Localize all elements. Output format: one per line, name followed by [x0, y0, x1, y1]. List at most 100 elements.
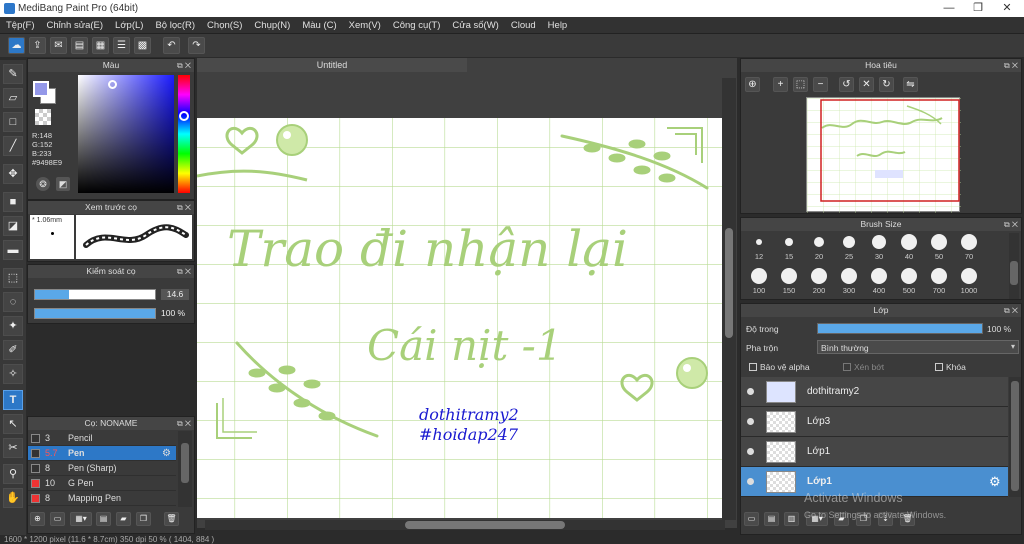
lasso-tool-icon[interactable]: ◌ — [3, 292, 23, 312]
fill-rect-tool-icon[interactable]: ■ — [3, 192, 23, 212]
brush-size-item[interactable]: 300 — [835, 266, 863, 298]
blend-mode-select[interactable]: Bình thường ▾ — [817, 340, 1019, 354]
eye-icon[interactable] — [747, 418, 754, 425]
brush-size-item[interactable]: 100 — [745, 266, 773, 298]
menu-snap[interactable]: Chụp(N) — [248, 17, 296, 34]
brush-size-item[interactable]: 1000 — [955, 266, 983, 298]
menu-file[interactable]: Tệp(F) — [0, 17, 41, 34]
settings-gear-icon[interactable]: ⚙ — [162, 446, 171, 461]
eyedropper-tool-icon[interactable]: ⚲ — [3, 464, 23, 484]
zoom-in-icon[interactable]: + — [773, 77, 788, 92]
comment-icon[interactable]: ✉ — [50, 37, 67, 54]
foreground-color-swatch[interactable] — [33, 81, 49, 97]
palette-icon[interactable]: ❂ — [36, 177, 50, 191]
brush-options-icon[interactable]: ▦▾ — [70, 512, 92, 526]
eye-icon[interactable] — [747, 448, 754, 455]
zoom-icon[interactable]: ⊕ — [745, 77, 760, 92]
divide-tool-icon[interactable]: ✂ — [3, 438, 23, 458]
chat-icon[interactable]: ▤ — [71, 37, 88, 54]
lock-checkbox[interactable] — [935, 363, 943, 371]
brush-size-item[interactable]: 700 — [925, 266, 953, 298]
minimize-button[interactable]: — — [934, 0, 964, 17]
menu-tools[interactable]: Công cụ(T) — [387, 17, 447, 34]
duplicate-brush-icon[interactable]: ❐ — [136, 512, 151, 526]
menu-view[interactable]: Xem(V) — [343, 17, 387, 34]
fit-window-icon[interactable]: ⬚ — [793, 77, 808, 92]
brush-list-scrollbar[interactable] — [178, 431, 192, 507]
vertical-scroll-thumb[interactable] — [725, 228, 733, 338]
document-tab[interactable]: Untitled — [197, 58, 467, 72]
brush-size-item[interactable]: 500 — [895, 266, 923, 298]
protect-alpha-checkbox[interactable] — [749, 363, 757, 371]
rectangle-tool-icon[interactable]: □ — [3, 112, 23, 132]
brush-size-item[interactable]: 20 — [805, 232, 833, 264]
hue-slider[interactable] — [178, 75, 190, 193]
reset-view-icon[interactable]: ✕ — [859, 77, 874, 92]
list-icon[interactable]: ☰ — [113, 37, 130, 54]
panel-buttons-icon[interactable]: ⧉ ✕ — [1004, 218, 1018, 231]
brush-size-item[interactable]: 150 — [775, 266, 803, 298]
brush-item-pencil[interactable]: 3 Pencil — [28, 431, 176, 446]
brush-size-scrollbar[interactable] — [1009, 233, 1019, 299]
layer-opacity-slider[interactable] — [817, 323, 983, 334]
flip-icon[interactable]: ⇋ — [903, 77, 918, 92]
panel-buttons-icon[interactable]: ⧉ ✕ — [177, 201, 191, 214]
settings-gear-icon[interactable]: ⚙ — [989, 474, 1001, 490]
panel-buttons-icon[interactable]: ⧉ ✕ — [1004, 304, 1018, 317]
restore-button[interactable]: ❐ — [963, 0, 993, 17]
delete-brush-icon[interactable]: 🗑 — [164, 512, 179, 526]
vertical-scrollbar[interactable] — [722, 78, 736, 520]
navigator-thumbnail[interactable] — [806, 97, 961, 213]
layer-row[interactable]: dothitramy2 — [741, 377, 1008, 407]
eye-icon[interactable] — [747, 478, 754, 485]
panel-buttons-icon[interactable]: ⧉ ✕ — [1004, 59, 1018, 72]
brush-item-mapping-pen[interactable]: 8 Mapping Pen — [28, 491, 176, 506]
brush-size-slider[interactable] — [34, 289, 156, 300]
select-pen-tool-icon[interactable]: ✐ — [3, 340, 23, 360]
text-tool-icon[interactable]: T — [3, 390, 23, 410]
select-tool-icon[interactable]: ⬚ — [3, 268, 23, 288]
brush-size-item[interactable]: 15 — [775, 232, 803, 264]
panel-buttons-icon[interactable]: ⧉ ✕ — [177, 265, 191, 278]
select-eraser-tool-icon[interactable]: ✧ — [3, 364, 23, 384]
brush-size-item[interactable]: 25 — [835, 232, 863, 264]
brush-tool-icon[interactable]: ✎ — [3, 64, 23, 84]
new-brush-icon[interactable]: ▭ — [50, 512, 65, 526]
menu-cloud[interactable]: Cloud — [505, 17, 542, 34]
layer-row[interactable]: Lớp3 — [741, 407, 1008, 437]
brush-size-item[interactable]: 200 — [805, 266, 833, 298]
saturation-value-picker[interactable] — [78, 75, 174, 193]
eraser-tool-icon[interactable]: ▱ — [3, 88, 23, 108]
zoom-out-icon[interactable]: − — [813, 77, 828, 92]
bucket-tool-icon[interactable]: ◪ — [3, 216, 23, 236]
menu-select[interactable]: Chọn(S) — [201, 17, 248, 34]
menu-filter[interactable]: Bộ lọc(R) — [149, 17, 201, 34]
canvas-paper[interactable]: Trao đi nhận lại Cái nịt -1 dothitramy2 … — [197, 118, 722, 518]
eye-icon[interactable] — [747, 388, 754, 395]
menu-edit[interactable]: Chỉnh sửa(E) — [41, 17, 110, 34]
gradient-tool-icon[interactable]: ▬ — [3, 240, 23, 260]
menu-layer[interactable]: Lớp(L) — [109, 17, 149, 34]
panel-buttons-icon[interactable]: ⧉ ✕ — [177, 59, 191, 72]
new-layer-8bit-icon[interactable]: ▤ — [764, 512, 779, 526]
brush-size-item[interactable]: 30 — [865, 232, 893, 264]
horizontal-scrollbar[interactable] — [205, 520, 725, 530]
menu-window[interactable]: Cửa số(W) — [446, 17, 504, 34]
brush-size-item[interactable]: 12 — [745, 232, 773, 264]
brush-item-g-pen[interactable]: 10 G Pen — [28, 476, 176, 491]
line-tool-icon[interactable]: ╱ — [3, 136, 23, 156]
operation-tool-icon[interactable]: ↖ — [3, 414, 23, 434]
add-brush-icon[interactable]: ⊕ — [30, 512, 45, 526]
brush-size-item[interactable]: 50 — [925, 232, 953, 264]
new-layer-1bit-icon[interactable]: ▥ — [784, 512, 799, 526]
color-history-icon[interactable]: ◩ — [56, 177, 70, 191]
horizontal-scroll-thumb[interactable] — [405, 521, 565, 529]
panel-buttons-icon[interactable]: ⧉ ✕ — [177, 417, 191, 430]
brush-size-item[interactable]: 70 — [955, 232, 983, 264]
magic-wand-tool-icon[interactable]: ✦ — [3, 316, 23, 336]
rotate-left-icon[interactable]: ↺ — [839, 77, 854, 92]
brush-opacity-slider[interactable] — [34, 308, 156, 319]
brush-size-item[interactable]: 400 — [865, 266, 893, 298]
transparent-color-swatch[interactable] — [35, 109, 51, 125]
brush-item-pen-sharp[interactable]: 8 Pen (Sharp) — [28, 461, 176, 476]
